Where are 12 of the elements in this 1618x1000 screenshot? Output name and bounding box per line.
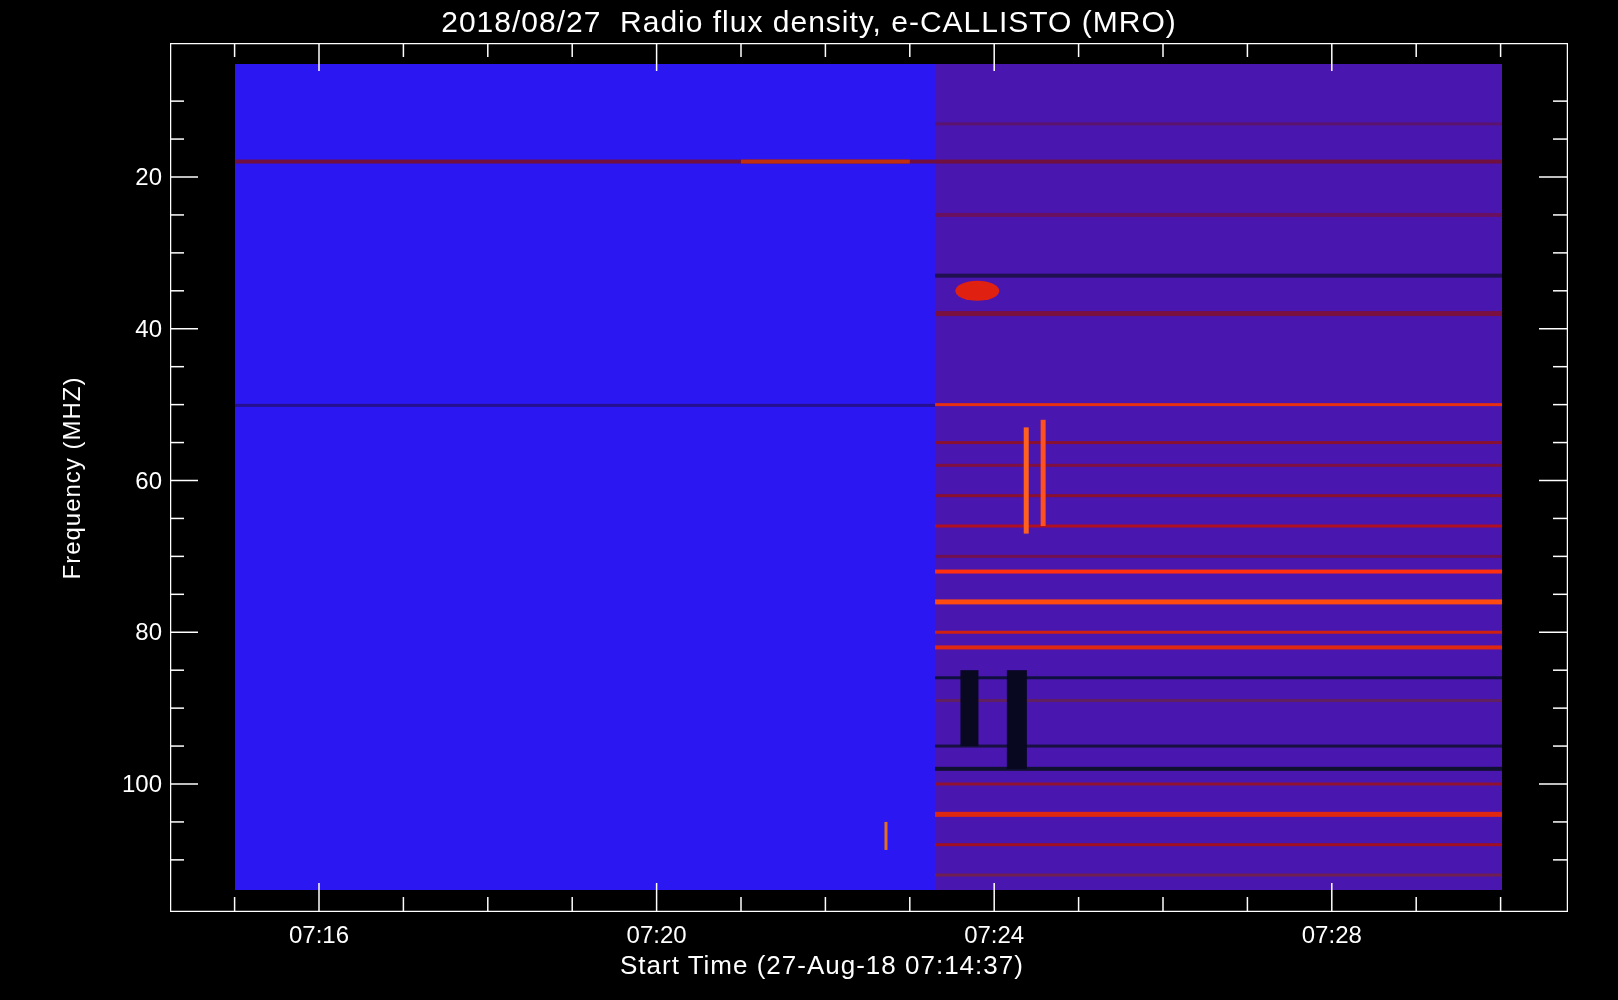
y-tick-label: 60: [134, 466, 162, 495]
y-tick-label: 100: [120, 770, 162, 798]
x-tick-label: 07:24: [963, 921, 1026, 949]
y-tick-label: 80: [134, 618, 162, 647]
x-tick-label: 07:16: [287, 921, 351, 949]
y-tick-label: 20: [134, 163, 162, 191]
x-tick-label: 07:28: [1300, 921, 1363, 949]
y-axis-label: Frequency (MHZ): [58, 376, 86, 580]
x-axis-label: Start Time (27-Aug-18 07:14:37): [620, 950, 1024, 980]
chart-title: 2018/08/27 Radio flux density, e-CALLISTO (MRO): [440, 4, 1178, 40]
x-tick-label: 07:20: [625, 921, 688, 949]
y-tick-label: 40: [134, 314, 162, 343]
